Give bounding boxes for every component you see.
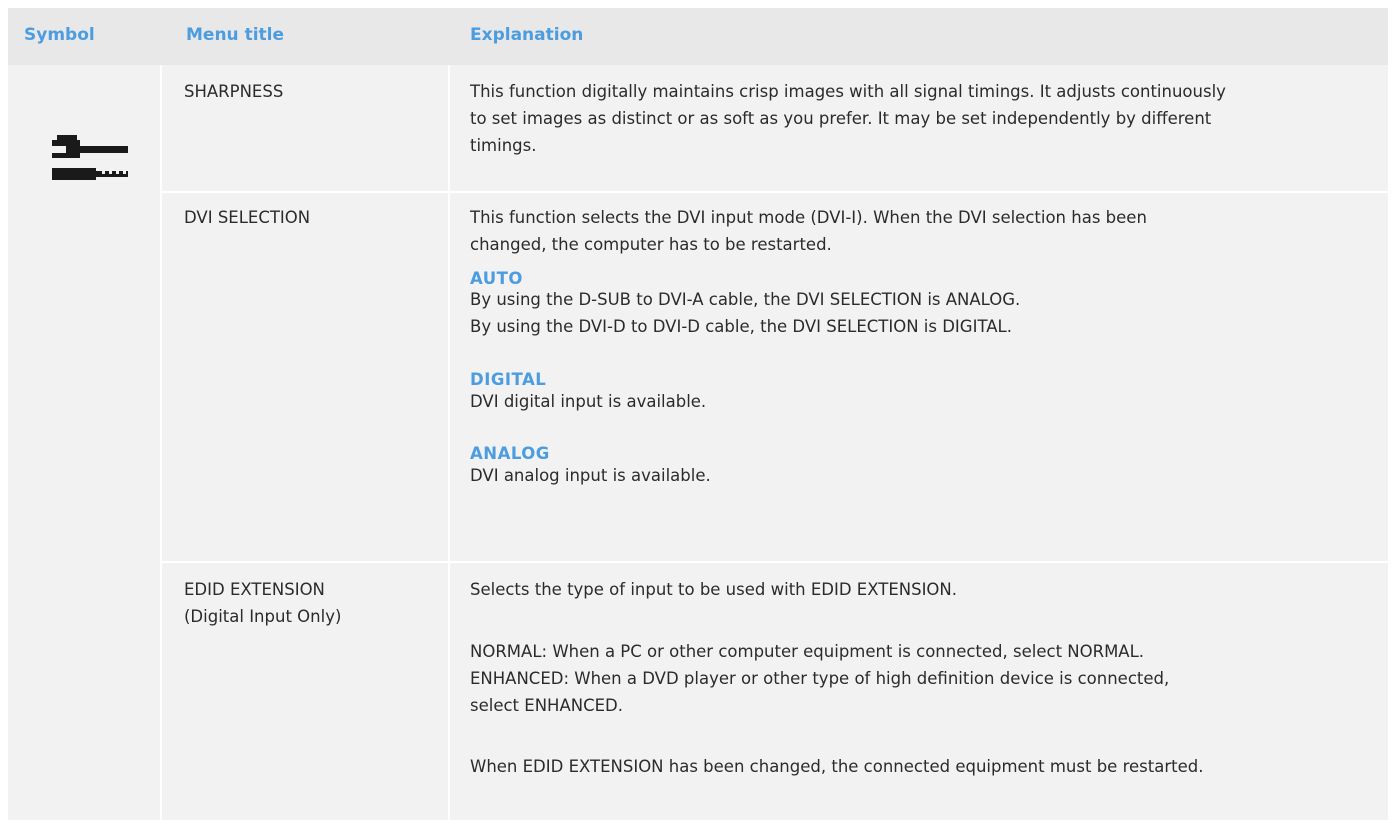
menu-title-edid-extension: EDID EXTENSION xyxy=(184,580,325,599)
column-divider xyxy=(448,65,450,820)
option-analog-line: DVI analog input is available. xyxy=(470,466,711,485)
option-digital-line: DVI digital input is available. xyxy=(470,392,707,411)
edid-line: When EDID EXTENSION has been changed, th… xyxy=(470,757,1204,776)
sharpness-explanation-line: This function digitally maintains crisp … xyxy=(470,82,1226,101)
option-auto-line: By using the D-SUB to DVI-A cable, the D… xyxy=(470,290,1021,309)
edid-line: ENHANCED: When a DVD player or other typ… xyxy=(470,669,1170,688)
settings-table: Symbol Menu title Explanation SHARPNESS … xyxy=(8,8,1388,820)
header-explanation: Explanation xyxy=(470,25,584,45)
edid-line: select ENHANCED. xyxy=(470,696,623,715)
row-divider xyxy=(162,191,1388,193)
dvi-intro-line: This function selects the DVI input mode… xyxy=(470,208,1147,227)
sharpness-explanation-line: timings. xyxy=(470,136,537,155)
menu-title-sharpness: SHARPNESS xyxy=(184,82,284,101)
header-menu-title: Menu title xyxy=(186,25,285,45)
header-symbol: Symbol xyxy=(24,25,95,45)
edid-line: NORMAL: When a PC or other computer equi… xyxy=(470,642,1145,661)
option-heading-digital: DIGITAL xyxy=(470,370,547,389)
edid-line: Selects the type of input to be used wit… xyxy=(470,580,958,599)
option-heading-analog: ANALOG xyxy=(470,444,550,463)
row-divider xyxy=(162,561,1388,563)
option-auto-line: By using the DVI-D to DVI-D cable, the D… xyxy=(470,317,1012,336)
menu-subtitle-edid: (Digital Input Only) xyxy=(184,607,342,626)
wrench-icon xyxy=(52,135,128,180)
dvi-intro-line: changed, the computer has to be restarte… xyxy=(470,235,832,254)
column-divider xyxy=(160,65,162,820)
sharpness-explanation-line: to set images as distinct or as soft as … xyxy=(470,109,1212,128)
table-header: Symbol Menu title Explanation xyxy=(8,8,1388,65)
menu-title-dvi-selection: DVI SELECTION xyxy=(184,208,311,227)
